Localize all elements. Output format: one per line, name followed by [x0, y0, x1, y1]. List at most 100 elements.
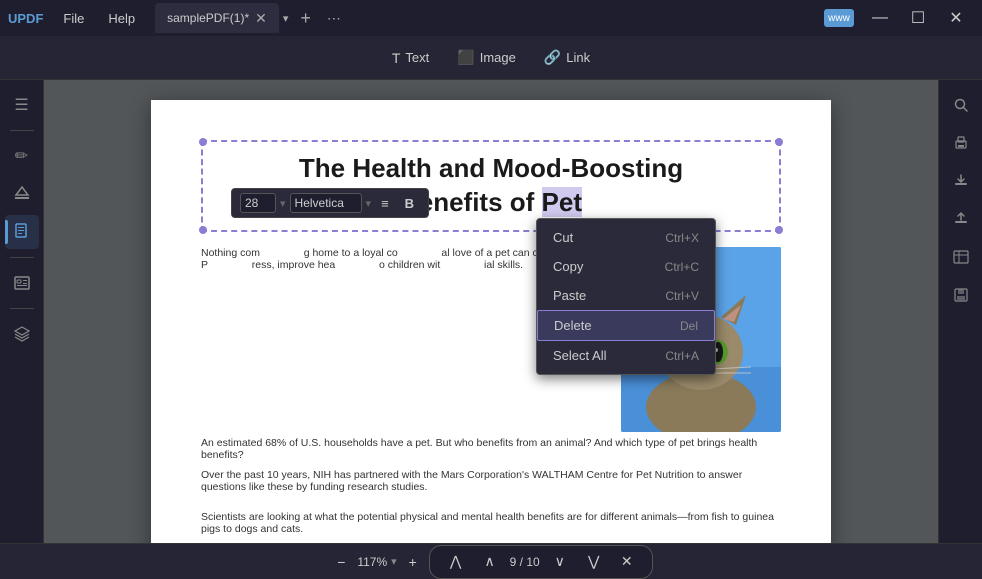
form-icon: [13, 274, 31, 292]
cut-shortcut: Ctrl+X: [665, 231, 699, 245]
help-menu[interactable]: Help: [96, 7, 147, 30]
cut-label: Cut: [553, 230, 573, 245]
text-label: Text: [405, 50, 429, 65]
page-display: 9 / 10: [510, 555, 540, 569]
markup-tool-icon: [13, 185, 31, 203]
select-all-label: Select All: [553, 348, 606, 363]
tab-more-button[interactable]: ⋯: [319, 10, 349, 27]
handle-bottom-left[interactable]: [199, 226, 207, 234]
tab-dropdown-button[interactable]: ▾: [279, 12, 293, 25]
pdf-extra-text: An estimated 68% of U.S. households have…: [201, 437, 781, 501]
paste-label: Paste: [553, 288, 586, 303]
close-nav-button[interactable]: ✕: [614, 549, 640, 575]
font-size-dropdown[interactable]: ▾: [280, 197, 286, 210]
right-sidebar: [938, 80, 982, 579]
pdf-bottom-paragraph: Scientists are looking at what the poten…: [201, 511, 781, 535]
page-indicator: ⋀ ∧ 9 / 10 ∨ ⋁ ✕: [429, 545, 653, 579]
maximize-button[interactable]: ☐: [900, 3, 936, 33]
main-toolbar: T Text ⬛ Image 🔗 Link: [0, 36, 982, 80]
zoom-dropdown[interactable]: ▾: [391, 555, 397, 568]
font-size-input[interactable]: [240, 193, 276, 213]
select-all-shortcut: Ctrl+A: [665, 349, 699, 363]
context-cut[interactable]: Cut Ctrl+X: [537, 223, 715, 252]
copy-label: Copy: [553, 259, 583, 274]
left-sidebar: ☰ ✏: [0, 80, 44, 579]
format-toolbar: ▾ ▾ ≡ B: [231, 188, 429, 218]
zoom-controls: − 117% ▾ +: [329, 550, 424, 574]
pages-icon: [13, 223, 31, 241]
sidebar-print-button[interactable]: [944, 126, 978, 160]
sidebar-divider-3: [10, 308, 34, 309]
title-highlight: Pet: [542, 187, 582, 217]
context-select-all[interactable]: Select All Ctrl+A: [537, 341, 715, 370]
layers-icon: [13, 325, 31, 343]
context-paste[interactable]: Paste Ctrl+V: [537, 281, 715, 310]
file-menu[interactable]: File: [51, 7, 96, 30]
sidebar-save-button[interactable]: [944, 278, 978, 312]
sidebar-item-form[interactable]: [5, 266, 39, 300]
last-page-button[interactable]: ⋁: [580, 549, 608, 575]
bottom-bar: − 117% ▾ + ⋀ ∧ 9 / 10 ∨ ⋁ ✕: [0, 543, 982, 579]
tab-area: samplePDF(1)* ✕ ▾ + ⋯: [155, 3, 816, 33]
zoom-out-button[interactable]: −: [329, 550, 353, 574]
context-menu: Cut Ctrl+X Copy Ctrl+C Paste Ctrl+V Dele…: [536, 218, 716, 375]
sidebar-divider-1: [10, 130, 34, 131]
prev-page-button[interactable]: ∧: [476, 549, 504, 575]
window-controls: — ☐ ✕: [862, 3, 974, 33]
sidebar-item-edit[interactable]: ✏: [5, 139, 39, 173]
delete-shortcut: Del: [680, 319, 698, 333]
context-delete[interactable]: Delete Del: [537, 310, 715, 341]
handle-top-right[interactable]: [775, 138, 783, 146]
tab-close-button[interactable]: ✕: [255, 10, 267, 27]
import-icon: [953, 173, 969, 189]
first-page-button[interactable]: ⋀: [442, 549, 470, 575]
sidebar-export-button[interactable]: [944, 202, 978, 236]
copy-shortcut: Ctrl+C: [665, 260, 699, 274]
sidebar-item-layers[interactable]: [5, 317, 39, 351]
link-icon: 🔗: [544, 49, 561, 66]
sidebar-item-markup[interactable]: [5, 177, 39, 211]
text-icon: T: [392, 50, 401, 66]
text-tool[interactable]: T Text: [380, 45, 441, 71]
app-logo: UPDF: [8, 11, 43, 26]
tab-label: samplePDF(1)*: [167, 11, 249, 25]
minimize-button[interactable]: —: [862, 3, 898, 33]
context-copy[interactable]: Copy Ctrl+C: [537, 252, 715, 281]
sidebar-import-button[interactable]: [944, 164, 978, 198]
save-icon: [953, 287, 969, 303]
bold-button[interactable]: B: [399, 194, 420, 213]
handle-bottom-right[interactable]: [775, 226, 783, 234]
font-family-input[interactable]: [290, 193, 362, 213]
pdf-area[interactable]: The Health and Mood-Boosting Benefits of…: [44, 80, 938, 579]
active-tab[interactable]: samplePDF(1)* ✕: [155, 3, 279, 33]
pdf-paragraph-2: An estimated 68% of U.S. households have…: [201, 437, 781, 461]
sidebar-item-pages[interactable]: [5, 215, 39, 249]
close-button[interactable]: ✕: [938, 3, 974, 33]
align-button[interactable]: ≡: [375, 194, 395, 213]
export-icon: [953, 211, 969, 227]
font-family-dropdown[interactable]: ▾: [366, 197, 372, 210]
delete-label: Delete: [554, 318, 592, 333]
pdf-page: The Health and Mood-Boosting Benefits of…: [151, 100, 831, 559]
sidebar-item-menu[interactable]: ☰: [5, 88, 39, 122]
image-label: Image: [480, 50, 516, 65]
handle-top-left[interactable]: [199, 138, 207, 146]
pdf-paragraph-3: Over the past 10 years, NIH has partnere…: [201, 469, 781, 493]
zoom-in-button[interactable]: +: [401, 550, 425, 574]
search-icon: [953, 97, 969, 113]
next-page-button[interactable]: ∨: [546, 549, 574, 575]
image-tool[interactable]: ⬛ Image: [445, 44, 528, 71]
sidebar-share-button[interactable]: [944, 240, 978, 274]
title-bar: UPDF File Help samplePDF(1)* ✕ ▾ + ⋯ www…: [0, 0, 982, 36]
tab-add-button[interactable]: +: [292, 8, 319, 29]
link-label: Link: [566, 50, 590, 65]
account-icon[interactable]: www: [824, 9, 854, 27]
main-layout: ☰ ✏: [0, 80, 982, 579]
link-tool[interactable]: 🔗 Link: [532, 44, 602, 71]
pdf-paragraphs: An estimated 68% of U.S. households have…: [201, 437, 781, 501]
zoom-value: 117%: [357, 555, 387, 569]
logo-text: UPDF: [8, 11, 43, 26]
active-indicator: [5, 220, 8, 244]
print-icon: [953, 135, 969, 151]
sidebar-search-button[interactable]: [944, 88, 978, 122]
